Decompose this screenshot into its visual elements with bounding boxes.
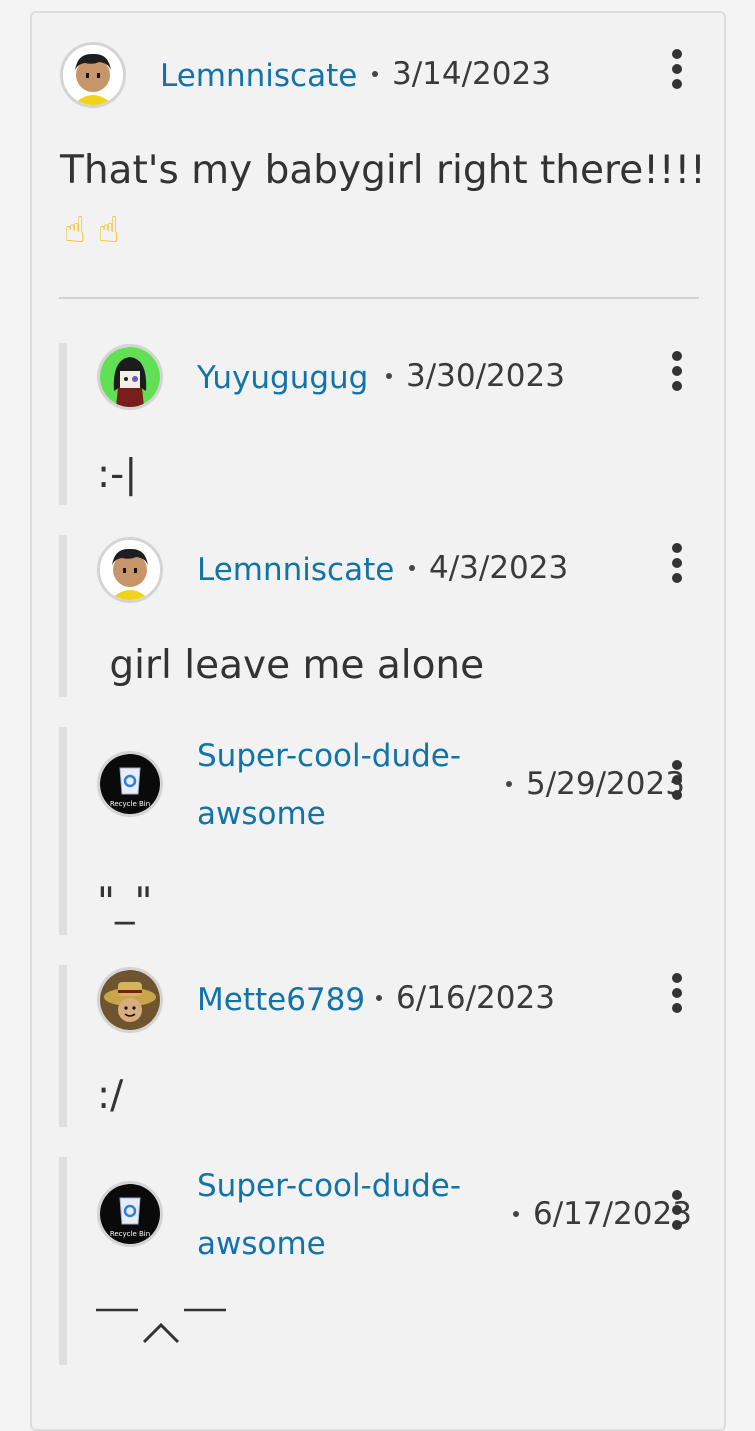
username-line: Super-cool-dude- (197, 738, 462, 774)
pointing-up-emoji: ☝ (97, 210, 120, 251)
divider (59, 297, 699, 299)
user-avatar[interactable] (97, 344, 163, 410)
separator-dot (386, 372, 392, 379)
separator-dot (409, 564, 415, 571)
avatar-lemnniscate (100, 540, 160, 600)
username-link[interactable]: Super-cool-dude- awsome (197, 1157, 461, 1273)
separator-dot (376, 994, 382, 1001)
emoji-row: ☝ ☝ (64, 210, 132, 251)
date-text: 5/29/2023 (526, 766, 685, 802)
kaomoji-drawing (96, 1308, 226, 1344)
username-link[interactable]: Lemnniscate (197, 541, 394, 599)
separator-dot (372, 70, 378, 77)
user-avatar[interactable] (97, 967, 163, 1033)
reply-indent-bar (59, 343, 67, 505)
separator-dot (513, 1210, 519, 1217)
username-line: Super-cool-dude- (197, 1168, 462, 1204)
comment-date: 4/3/2023 (409, 550, 568, 586)
user-avatar[interactable]: Recycle Bin (97, 1181, 163, 1247)
reply-indent-bar (59, 965, 67, 1127)
avatar-caption: Recycle Bin (110, 1230, 150, 1238)
avatar-caption: Recycle Bin (110, 800, 150, 808)
reply-indent-bar (59, 727, 67, 935)
date-text: 3/30/2023 (406, 358, 565, 394)
recycle-bin-icon: Recycle Bin (100, 754, 160, 814)
date-text: 6/16/2023 (396, 980, 555, 1016)
comment-body: That's my babygirl right there!!!! (60, 148, 706, 193)
date-text: 4/3/2023 (429, 550, 569, 586)
recycle-bin-icon: Recycle Bin (100, 1184, 160, 1244)
username-line: awsome (197, 1226, 326, 1262)
reply-indent-bar (59, 1157, 67, 1365)
username-link[interactable]: Lemnniscate (160, 47, 357, 105)
user-avatar[interactable] (97, 537, 163, 603)
more-options-icon[interactable] (666, 971, 690, 1015)
avatar-yuyugugug (100, 347, 160, 407)
comment-date: 3/14/2023 (372, 56, 551, 92)
comment-body: "_" (97, 880, 153, 925)
more-options-icon[interactable] (666, 349, 690, 393)
comment-date: 6/16/2023 (376, 980, 555, 1016)
separator-dot (506, 780, 512, 787)
comment-body: :-| (97, 452, 138, 497)
username-link[interactable]: Super-cool-dude- awsome (197, 727, 461, 843)
comment-body: :/ (97, 1073, 124, 1118)
username-link[interactable]: Mette6789 (197, 971, 365, 1029)
avatar-lemnniscate (63, 45, 123, 105)
comment-date: 5/29/2023 (506, 766, 685, 802)
username-line: awsome (197, 796, 326, 832)
avatar-mette6789 (100, 970, 160, 1030)
more-options-icon[interactable] (666, 47, 690, 91)
more-options-icon[interactable] (666, 758, 690, 802)
more-options-icon[interactable] (666, 541, 690, 585)
user-avatar[interactable]: Recycle Bin (97, 751, 163, 817)
comment-body: girl leave me alone (97, 643, 485, 688)
pointing-up-emoji: ☝ (64, 210, 86, 251)
more-options-icon[interactable] (666, 1188, 690, 1232)
username-link[interactable]: Yuyugugug (197, 349, 368, 407)
reply-indent-bar (59, 535, 67, 697)
date-text: 3/14/2023 (392, 56, 551, 92)
user-avatar[interactable] (60, 42, 126, 108)
comment-date: 3/30/2023 (386, 358, 565, 394)
